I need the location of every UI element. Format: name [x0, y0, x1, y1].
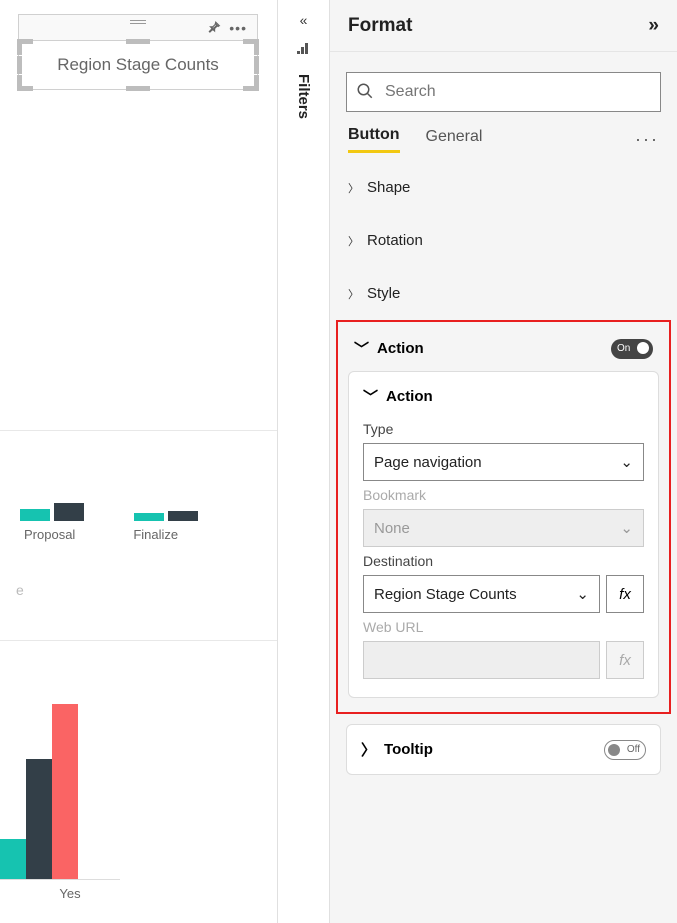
- chevron-right-icon: 〉: [361, 739, 376, 760]
- search-icon: [356, 82, 374, 100]
- section-label: Shape: [367, 179, 410, 196]
- bar: [54, 503, 84, 521]
- chevron-down-icon: 〉: [351, 341, 372, 356]
- destination-select[interactable]: Region Stage Counts ⌄: [363, 575, 600, 613]
- chevron-down-icon: ⌄: [620, 519, 633, 537]
- toggle-label: Off: [627, 744, 640, 755]
- action-toggle[interactable]: On: [611, 339, 653, 359]
- visual-header[interactable]: •••: [18, 14, 258, 40]
- chevron-down-icon: 〉: [360, 389, 381, 404]
- tab-general[interactable]: General: [426, 128, 483, 152]
- section-label: Style: [367, 285, 400, 302]
- axis-label: Proposal: [24, 527, 75, 542]
- section-label: Action: [377, 340, 424, 357]
- chevron-down-icon: ⌄: [620, 453, 633, 471]
- more-icon[interactable]: ···: [635, 129, 659, 150]
- select-value: Page navigation: [374, 454, 482, 471]
- format-pane: Format » Button General ··· 〉 Shape 〉 Ro…: [330, 0, 677, 923]
- fx-button[interactable]: fx: [606, 575, 644, 613]
- tab-button[interactable]: Button: [348, 126, 400, 153]
- search-input[interactable]: [346, 72, 661, 112]
- chevron-down-icon: ⌄: [576, 585, 589, 603]
- section-label: Tooltip: [384, 741, 433, 758]
- collapse-icon[interactable]: «: [300, 12, 308, 28]
- action-highlight: 〉 Action On 〉 Action Type Page navigatio…: [336, 320, 671, 714]
- filters-label[interactable]: Filters: [295, 74, 312, 119]
- filters-icon[interactable]: [297, 42, 311, 54]
- select-value: Region Stage Counts: [374, 586, 517, 603]
- grip-icon[interactable]: [130, 20, 146, 24]
- section-rotation[interactable]: 〉 Rotation: [330, 214, 677, 267]
- axis-label: Yes: [0, 880, 120, 901]
- expand-icon[interactable]: »: [648, 15, 659, 37]
- axis-label: Finalize: [133, 527, 178, 542]
- format-header: Format »: [330, 0, 677, 52]
- format-tabs: Button General ···: [330, 126, 677, 161]
- title-text-box[interactable]: Region Stage Counts: [18, 40, 258, 90]
- bar: [168, 511, 198, 521]
- chevron-right-icon: 〉: [348, 286, 359, 302]
- chart-proposal-finalize: Proposal Finalize: [0, 430, 277, 542]
- bar: [20, 509, 50, 521]
- bar: [134, 513, 164, 521]
- fx-button-disabled: fx: [606, 641, 644, 679]
- chart-yes: Yes: [0, 700, 120, 901]
- title-text: Region Stage Counts: [57, 55, 219, 75]
- select-value: None: [374, 520, 410, 537]
- bar: [52, 704, 78, 879]
- action-subheading[interactable]: 〉 Action: [363, 386, 644, 407]
- toggle-label: On: [617, 343, 630, 354]
- chevron-right-icon: 〉: [348, 233, 359, 249]
- pin-icon[interactable]: [207, 21, 221, 35]
- divider: [0, 640, 277, 641]
- section-style[interactable]: 〉 Style: [330, 267, 677, 320]
- bar: [26, 759, 52, 879]
- bookmark-select: None ⌄: [363, 509, 644, 547]
- type-label: Type: [363, 421, 644, 437]
- bookmark-label: Bookmark: [363, 487, 644, 503]
- chevron-right-icon: 〉: [348, 180, 359, 196]
- section-label: Rotation: [367, 232, 423, 249]
- bar: [0, 839, 26, 879]
- section-action[interactable]: 〉 Action On: [338, 322, 669, 371]
- axis-fragment: e: [16, 582, 24, 598]
- more-icon[interactable]: •••: [229, 20, 247, 36]
- report-canvas: ••• Region Stage Counts Proposal Finali: [0, 0, 278, 923]
- section-tooltip[interactable]: 〉 Tooltip Off: [346, 724, 661, 775]
- destination-label: Destination: [363, 553, 644, 569]
- type-select[interactable]: Page navigation ⌄: [363, 443, 644, 481]
- title-visual[interactable]: ••• Region Stage Counts: [18, 14, 258, 90]
- search-box: [346, 72, 661, 112]
- format-title: Format: [348, 15, 412, 37]
- weburl-input: [363, 641, 600, 679]
- weburl-label: Web URL: [363, 619, 644, 635]
- filters-rail: « Filters: [278, 0, 330, 923]
- section-shape[interactable]: 〉 Shape: [330, 161, 677, 214]
- tooltip-toggle[interactable]: Off: [604, 740, 646, 760]
- action-card: 〉 Action Type Page navigation ⌄ Bookmark…: [348, 371, 659, 698]
